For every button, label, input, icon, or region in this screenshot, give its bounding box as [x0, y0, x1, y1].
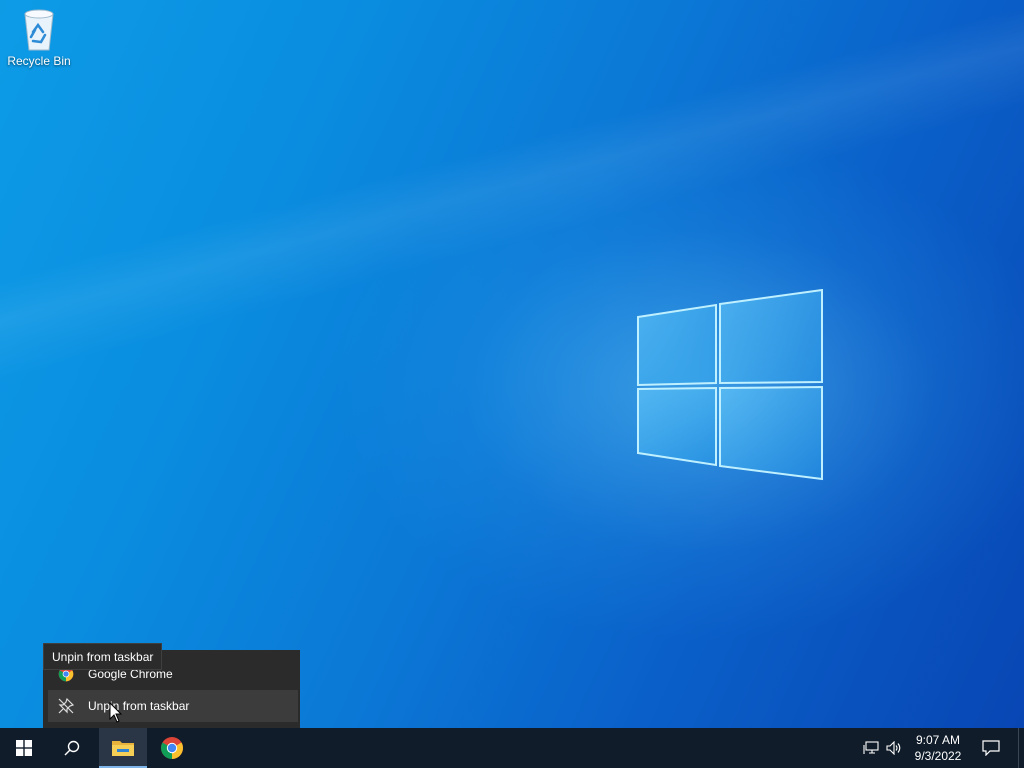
recycle-bin-label: Recycle Bin [7, 54, 71, 68]
light-beam [0, 0, 1024, 728]
google-chrome-button[interactable] [148, 728, 196, 768]
folder-icon [112, 741, 134, 756]
start-button[interactable] [0, 728, 48, 768]
tooltip: Unpin from taskbar [43, 643, 163, 670]
chrome-icon [161, 737, 183, 759]
notifications-icon [982, 740, 1000, 756]
clock-date: 9/3/2022 [914, 749, 962, 763]
windows-logo-wallpaper [637, 289, 823, 481]
taskbar: 9:07 AM 9/3/2022 [0, 728, 1024, 768]
network-icon[interactable] [860, 728, 882, 768]
recycle-bin-shortcut[interactable]: Recycle Bin [4, 6, 74, 78]
desktop-background[interactable]: Recycle Bin Google Chrome Unpin from tas… [0, 0, 1024, 728]
action-center-button[interactable] [968, 728, 1014, 768]
recycle-bin-icon [24, 9, 54, 51]
unpin-icon [58, 698, 74, 714]
clock-time: 9:07 AM [915, 733, 961, 747]
file-explorer-button[interactable] [99, 728, 147, 768]
mouse-cursor-icon [109, 702, 123, 723]
search-icon [64, 740, 80, 756]
search-button[interactable] [48, 728, 96, 768]
volume-icon[interactable] [883, 728, 905, 768]
jump-list-item-label: Unpin from taskbar [88, 699, 190, 713]
show-desktop-button[interactable] [1018, 728, 1024, 768]
system-clock[interactable]: 9:07 AM 9/3/2022 [910, 728, 966, 768]
unpin-from-taskbar-item[interactable]: Unpin from taskbar [48, 690, 298, 722]
windows-logo-icon [16, 740, 32, 756]
